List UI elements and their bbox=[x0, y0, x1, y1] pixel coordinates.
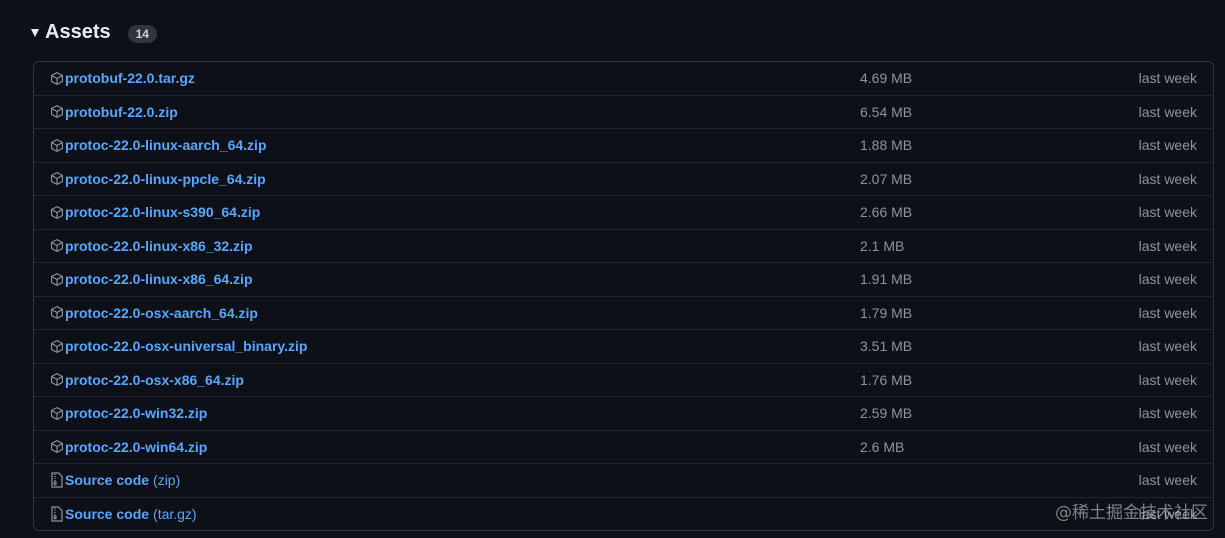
asset-name[interactable]: protoc-22.0-linux-x86_32.zip bbox=[65, 238, 253, 254]
asset-name[interactable]: Source code bbox=[65, 506, 149, 522]
asset-link[interactable]: protoc-22.0-osx-universal_binary.zip bbox=[65, 338, 307, 354]
asset-size: 1.91 MB bbox=[860, 271, 913, 288]
asset-row: protoc-22.0-linux-x86_32.zip 2.1 MB last w… bbox=[34, 228, 1213, 263]
package-icon bbox=[50, 104, 64, 120]
asset-link[interactable]: protoc-22.0-linux-s390_64.zip bbox=[65, 204, 260, 220]
package-icon bbox=[50, 137, 64, 153]
asset-name[interactable]: protoc-22.0-linux-ppcle_64.zip bbox=[65, 171, 266, 187]
asset-name[interactable]: protoc-22.0-win64.zip bbox=[65, 439, 207, 455]
asset-date: last week bbox=[1138, 237, 1197, 254]
package-icon bbox=[50, 338, 64, 354]
asset-row: protoc-22.0-linux-aarch_64.zip 1.88 MB las… bbox=[34, 128, 1213, 162]
asset-size: 2.66 MB bbox=[860, 204, 913, 221]
file-zip-icon bbox=[50, 472, 64, 488]
asset-date: last week bbox=[1138, 70, 1197, 87]
asset-size: 2.07 MB bbox=[860, 170, 913, 187]
asset-size: 1.79 MB bbox=[860, 304, 913, 321]
asset-link[interactable]: protoc-22.0-osx-aarch_64.zip bbox=[65, 305, 258, 321]
package-icon bbox=[50, 70, 64, 86]
asset-name[interactable]: protoc-22.0-win32.zip bbox=[65, 405, 207, 421]
asset-row: protoc-22.0-linux-ppcle_64.zip 2.07 MB las… bbox=[34, 161, 1213, 196]
asset-size: 1.88 MB bbox=[860, 137, 913, 154]
asset-date: last week bbox=[1138, 271, 1197, 288]
asset-date: last week bbox=[1138, 472, 1197, 489]
package-icon bbox=[50, 372, 64, 388]
asset-link[interactable]: protoc-22.0-win32.zip bbox=[65, 405, 207, 421]
asset-row: protobuf-22.0.tar.gz 4.69 MB last week bbox=[34, 62, 1213, 95]
asset-link[interactable]: protoc-22.0-linux-x86_32.zip bbox=[65, 238, 253, 254]
asset-row: protoc-22.0-osx-universal_binary.zip 3.51… bbox=[34, 329, 1213, 363]
asset-format[interactable]: (tar.gz) bbox=[153, 506, 197, 522]
package-icon bbox=[50, 439, 64, 455]
asset-row: protobuf-22.0.zip 6.54 MB last week bbox=[34, 94, 1213, 129]
asset-row: Source code (tar.gz) last week bbox=[34, 496, 1213, 531]
asset-name[interactable]: protoc-22.0-osx-x86_64.zip bbox=[65, 372, 244, 388]
asset-date: last week bbox=[1138, 338, 1197, 355]
file-zip-icon bbox=[50, 506, 64, 522]
asset-link[interactable]: protobuf-22.0.zip bbox=[65, 104, 178, 120]
package-icon bbox=[50, 271, 64, 287]
asset-link[interactable]: Source code (zip) bbox=[65, 472, 180, 488]
asset-row: protoc-22.0-osx-aarch_64.zip 1.79 MB last … bbox=[34, 295, 1213, 330]
watermark-text: @稀土掘金技术社区 bbox=[1055, 503, 1208, 523]
asset-row: protoc-22.0-linux-x86_64.zip 1.91 MB last … bbox=[34, 262, 1213, 296]
asset-format[interactable]: (zip) bbox=[153, 472, 180, 488]
asset-link[interactable]: protoc-22.0-linux-ppcle_64.zip bbox=[65, 171, 266, 187]
asset-name[interactable]: protobuf-22.0.zip bbox=[65, 104, 178, 120]
asset-size: 2.59 MB bbox=[860, 405, 913, 422]
asset-row: protoc-22.0-linux-s390_64.zip 2.66 MB last… bbox=[34, 195, 1213, 229]
asset-size: 2.6 MB bbox=[860, 438, 905, 455]
package-icon bbox=[50, 171, 64, 187]
asset-date: last week bbox=[1138, 137, 1197, 154]
asset-size: 2.1 MB bbox=[860, 237, 905, 254]
asset-row: protoc-22.0-win64.zip 2.6 MB last week bbox=[34, 429, 1213, 464]
asset-link[interactable]: protoc-22.0-win64.zip bbox=[65, 439, 207, 455]
asset-date: last week bbox=[1138, 170, 1197, 187]
asset-name[interactable]: protobuf-22.0.tar.gz bbox=[65, 70, 195, 86]
asset-row: Source code (zip) last week bbox=[34, 463, 1213, 497]
assets-count-badge: 14 bbox=[127, 25, 157, 43]
asset-name[interactable]: protoc-22.0-linux-aarch_64.zip bbox=[65, 137, 267, 153]
asset-date: last week bbox=[1138, 304, 1197, 321]
asset-link[interactable]: protoc-22.0-osx-x86_64.zip bbox=[65, 372, 244, 388]
asset-row: protoc-22.0-win32.zip 2.59 MB last week bbox=[34, 396, 1213, 430]
asset-name[interactable]: protoc-22.0-osx-universal_binary.zip bbox=[65, 338, 307, 354]
asset-name[interactable]: protoc-22.0-linux-s390_64.zip bbox=[65, 204, 260, 220]
asset-row: protoc-22.0-osx-x86_64.zip 1.76 MB last we… bbox=[34, 362, 1213, 397]
asset-size: 1.76 MB bbox=[860, 371, 913, 388]
assets-list: protobuf-22.0.tar.gz 4.69 MB last week prot… bbox=[33, 61, 1214, 531]
asset-date: last week bbox=[1138, 371, 1197, 388]
package-icon bbox=[50, 238, 64, 254]
package-icon bbox=[50, 204, 64, 220]
asset-link[interactable]: protobuf-22.0.tar.gz bbox=[65, 70, 195, 86]
asset-link[interactable]: protoc-22.0-linux-aarch_64.zip bbox=[65, 137, 267, 153]
asset-date: last week bbox=[1138, 103, 1197, 120]
assets-header[interactable]: Assets 14 bbox=[31, 17, 157, 47]
asset-name[interactable]: protoc-22.0-osx-aarch_64.zip bbox=[65, 305, 258, 321]
asset-name[interactable]: protoc-22.0-linux-x86_64.zip bbox=[65, 271, 253, 287]
asset-name[interactable]: Source code bbox=[65, 472, 149, 488]
package-icon bbox=[50, 405, 64, 421]
asset-size: 6.54 MB bbox=[860, 103, 913, 120]
asset-link[interactable]: protoc-22.0-linux-x86_64.zip bbox=[65, 271, 253, 287]
asset-size: 4.69 MB bbox=[860, 70, 913, 87]
assets-title[interactable]: Assets bbox=[45, 21, 111, 44]
asset-date: last week bbox=[1138, 405, 1197, 422]
package-icon bbox=[50, 305, 64, 321]
asset-date: last week bbox=[1138, 438, 1197, 455]
asset-link[interactable]: Source code (tar.gz) bbox=[65, 506, 197, 522]
caret-down-icon[interactable] bbox=[31, 29, 39, 37]
asset-date: last week bbox=[1138, 204, 1197, 221]
asset-size: 3.51 MB bbox=[860, 338, 913, 355]
